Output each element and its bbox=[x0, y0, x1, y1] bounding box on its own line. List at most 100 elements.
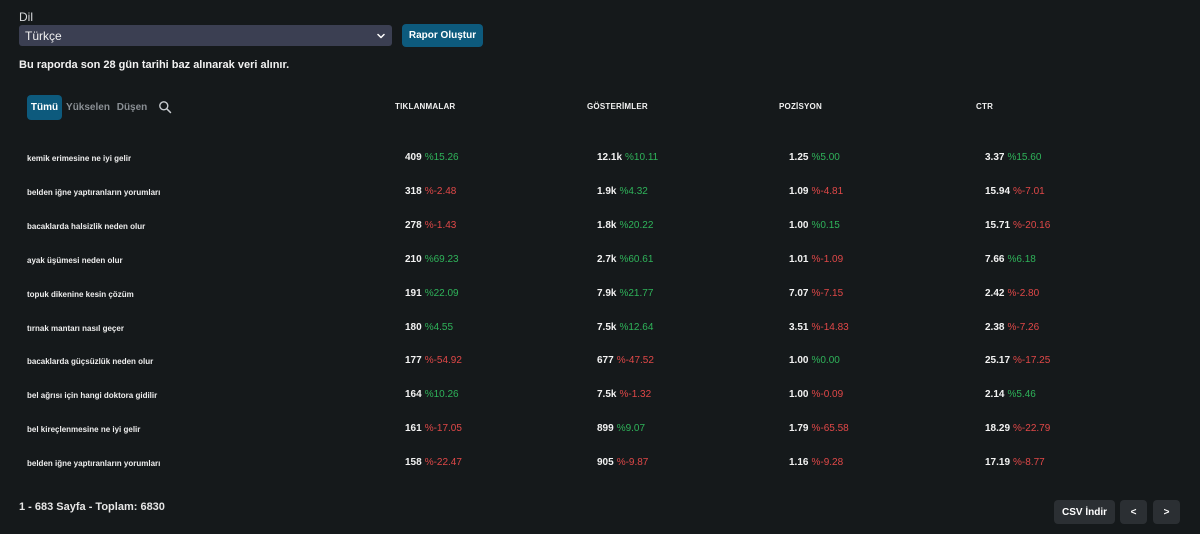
impressions-value: 677 bbox=[597, 355, 614, 367]
tab-all[interactable]: Tümü bbox=[27, 95, 62, 120]
clicks-cell: 318 %-2.48 bbox=[405, 186, 456, 197]
clicks-change: %22.09 bbox=[424, 287, 459, 299]
impressions-cell: 1.9k %4.32 bbox=[597, 186, 648, 197]
position-value: 1.79 bbox=[789, 423, 809, 435]
position-change: %-1.09 bbox=[811, 253, 844, 265]
impressions-value: 7.5k bbox=[597, 389, 617, 401]
position-cell: 1.01 %-1.09 bbox=[789, 254, 843, 265]
table-row[interactable]: topuk dikenine kesin çözüm 191 %22.09 7.9k%… bbox=[0, 284, 1200, 304]
position-value: 1.00 bbox=[789, 389, 809, 401]
table-row[interactable]: belden iğne yaptıranların yorumları 158 %-… bbox=[0, 453, 1200, 473]
tab-rising[interactable]: Yükselen bbox=[66, 95, 110, 120]
position-change: %0.00 bbox=[811, 355, 840, 367]
ctr-change: %6.18 bbox=[1007, 253, 1036, 265]
impressions-cell: 7.9k %21.77 bbox=[597, 288, 653, 299]
keyword-cell: bel kireçlenmesine ne iyi gelir bbox=[27, 425, 141, 435]
keyword-cell: bacaklarda halsizlik neden olur bbox=[27, 221, 146, 231]
position-value: 3.51 bbox=[789, 321, 809, 333]
position-change: %-14.83 bbox=[811, 321, 849, 333]
impressions-cell: 2.7k %60.61 bbox=[597, 254, 653, 265]
clicks-value: 158 bbox=[405, 457, 422, 469]
csv-download-button[interactable]: CSV İndir bbox=[1054, 500, 1115, 524]
search-icon[interactable] bbox=[158, 100, 172, 114]
ctr-change: %-20.16 bbox=[1013, 219, 1051, 231]
impressions-cell: 12.1k %10.11 bbox=[597, 152, 658, 163]
clicks-cell: 210 %69.23 bbox=[405, 254, 459, 265]
ctr-change: %-8.77 bbox=[1013, 457, 1045, 469]
clicks-cell: 191 %22.09 bbox=[405, 288, 459, 299]
keyword-cell: bacaklarda güçsüzlük neden olur bbox=[27, 357, 154, 367]
position-cell: 1.09 %-4.81 bbox=[789, 186, 843, 197]
impressions-cell: 7.5k %-1.32 bbox=[597, 389, 651, 400]
clicks-value: 180 bbox=[405, 321, 422, 333]
ctr-cell: 2.38 %-7.26 bbox=[985, 322, 1039, 333]
next-page-button[interactable]: > bbox=[1153, 500, 1180, 524]
position-cell: 1.00 %0.00 bbox=[789, 355, 840, 366]
impressions-change: %60.61 bbox=[619, 253, 654, 265]
clicks-change: %-2.48 bbox=[424, 185, 457, 197]
table-row[interactable]: bel kireçlenmesine ne iyi gelir 161 %-17.0… bbox=[0, 419, 1200, 439]
table-row[interactable]: belden iğne yaptıranların yorumları 318 %-… bbox=[0, 182, 1200, 202]
impressions-cell: 7.5k %12.64 bbox=[597, 322, 653, 333]
position-change: %-9.28 bbox=[811, 457, 844, 469]
ctr-value: 7.66 bbox=[985, 253, 1005, 265]
ctr-cell: 2.14 %5.46 bbox=[985, 389, 1036, 400]
impressions-change: %9.07 bbox=[616, 423, 646, 435]
language-label: Dil bbox=[19, 10, 33, 24]
impressions-change: %4.32 bbox=[619, 185, 648, 197]
clicks-change: %-22.47 bbox=[424, 457, 462, 469]
clicks-value: 210 bbox=[405, 253, 422, 265]
previous-page-button[interactable]: < bbox=[1120, 500, 1147, 524]
ctr-value: 2.42 bbox=[985, 287, 1005, 299]
table-row[interactable]: bacaklarda halsizlik neden olur 278 %-1.43… bbox=[0, 216, 1200, 236]
impressions-change: %20.22 bbox=[619, 219, 654, 231]
ctr-change: %5.46 bbox=[1007, 389, 1036, 401]
impressions-change: %21.77 bbox=[619, 287, 654, 299]
impressions-value: 1.8k bbox=[597, 219, 617, 231]
keyword-cell: bel ağrısı için hangi doktora gidilir bbox=[27, 391, 158, 401]
ctr-change: %-22.79 bbox=[1013, 423, 1051, 435]
keyword-cell: belden iğne yaptıranların yorumları bbox=[27, 459, 161, 469]
impressions-value: 1.9k bbox=[597, 185, 617, 197]
keyword-cell: topuk dikenine kesin çözüm bbox=[27, 289, 134, 299]
table-row[interactable]: bacaklarda güçsüzlük neden olur 177 %-54.9… bbox=[0, 351, 1200, 371]
clicks-change: %-54.92 bbox=[424, 355, 462, 367]
impressions-value: 7.5k bbox=[597, 321, 617, 333]
table-row[interactable]: ayak üşümesi neden olur 210 %69.23 2.7k %60.… bbox=[0, 250, 1200, 270]
ctr-cell: 2.42 %-2.80 bbox=[985, 288, 1039, 299]
ctr-value: 2.38 bbox=[985, 321, 1005, 333]
position-cell: 7.07 %-7.15 bbox=[789, 288, 843, 299]
impressions-value: 899 bbox=[597, 423, 614, 435]
position-cell: 1.16 %-9.28 bbox=[789, 457, 843, 468]
clicks-change: %4.55 bbox=[424, 321, 454, 333]
clicks-value: 278 bbox=[405, 219, 422, 231]
table-row[interactable]: tırnak mantarı nasıl geçer 180 %4.55 7.5k %1… bbox=[0, 318, 1200, 338]
tab-falling[interactable]: Düşen bbox=[116, 95, 148, 120]
ctr-change: %15.60 bbox=[1007, 152, 1042, 163]
impressions-cell: 899 %9.07 bbox=[597, 423, 645, 434]
position-cell: 3.51 %-14.83 bbox=[789, 322, 849, 333]
ctr-cell: 7.66 %6.18 bbox=[985, 254, 1036, 265]
ctr-value: 15.71 bbox=[985, 219, 1011, 231]
ctr-value: 17.19 bbox=[985, 457, 1011, 469]
clicks-change: %10.26 bbox=[424, 389, 459, 401]
generate-report-button[interactable]: Rapor Oluştur bbox=[402, 24, 483, 47]
ctr-value: 18.29 bbox=[985, 423, 1011, 435]
language-select-value: Türkçe bbox=[25, 28, 62, 43]
impressions-value: 7.9k bbox=[597, 287, 617, 299]
position-value: 1.25 bbox=[789, 152, 809, 163]
ctr-value: 3.37 bbox=[985, 152, 1005, 163]
ctr-cell: 3.37 %15.60 bbox=[985, 152, 1041, 163]
clicks-cell: 164 %10.26 bbox=[405, 389, 459, 400]
column-header-ctr: CTR bbox=[976, 102, 994, 111]
position-change: %-65.58 bbox=[811, 423, 849, 435]
clicks-change: %15.26 bbox=[424, 152, 459, 163]
table-row[interactable]: bel ağrısı için hangi doktora gidilir 164… bbox=[0, 385, 1200, 405]
language-select[interactable]: Türkçe bbox=[19, 25, 392, 46]
keyword-cell: tırnak mantarı nasıl geçer bbox=[27, 323, 124, 333]
impressions-cell: 677 %-47.52 bbox=[597, 355, 654, 366]
clicks-change: %69.23 bbox=[424, 253, 459, 265]
keyword-cell: kemik erimesine ne iyi gelir bbox=[27, 154, 132, 163]
clicks-value: 318 bbox=[405, 185, 422, 197]
table-row[interactable]: kemik erimesine ne iyi gelir 409 %15.26 12.… bbox=[0, 148, 1200, 168]
